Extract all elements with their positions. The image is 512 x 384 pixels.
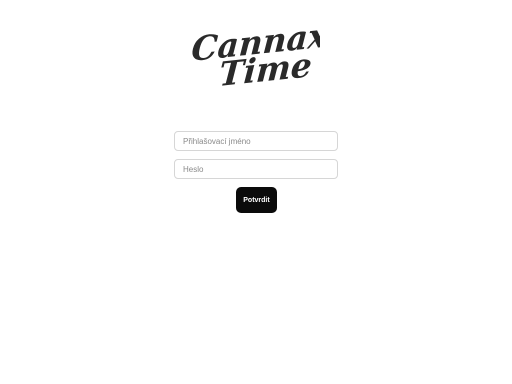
username-field[interactable] [174,131,338,151]
password-field[interactable] [174,159,338,179]
login-page: Cannax Time Potvrdit [0,0,512,384]
submit-button[interactable]: Potvrdit [236,187,277,213]
brand-logo-graphic: Cannax Time [192,20,320,92]
brand-logo: Cannax Time [192,20,320,92]
